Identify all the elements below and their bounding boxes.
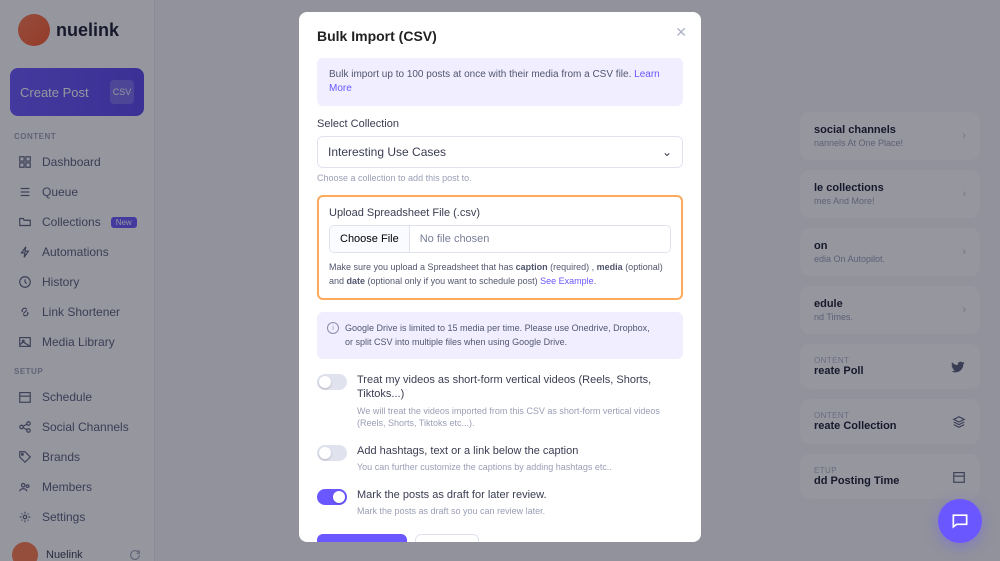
upload-label: Upload Spreadsheet File (.csv): [329, 207, 671, 219]
toggle-hashtags: Add hashtags, text or a link below the c…: [317, 444, 683, 474]
info-banner: Bulk import up to 100 posts at once with…: [317, 58, 683, 106]
toggle-title: Treat my videos as short-form vertical v…: [357, 373, 683, 402]
note-date: date: [347, 276, 366, 286]
cancel-button[interactable]: Cancel: [415, 534, 479, 542]
collection-select[interactable]: Interesting Use Cases ⌄: [317, 136, 683, 168]
note-text: (optional only if you want to schedule p…: [365, 276, 540, 286]
select-value: Interesting Use Cases: [328, 145, 446, 159]
upload-group: Upload Spreadsheet File (.csv) Choose Fi…: [317, 195, 683, 300]
modal-title: Bulk Import (CSV): [317, 28, 683, 44]
note-media: media: [597, 262, 623, 272]
modal-actions: Import Posts Cancel: [317, 534, 683, 542]
note-text: Make sure you upload a Spreadsheet that …: [329, 262, 516, 272]
drive-limit-note: i Google Drive is limited to 15 media pe…: [317, 312, 683, 359]
close-icon: ✕: [675, 24, 687, 40]
select-collection-label: Select Collection: [317, 118, 683, 130]
toggle-hashtags-switch[interactable]: [317, 445, 347, 461]
toggle-title: Mark the posts as draft for later review…: [357, 488, 547, 502]
note-text: (required) ,: [548, 262, 597, 272]
file-input-row: Choose File No file chosen: [329, 225, 671, 253]
toggle-shortform: Treat my videos as short-form vertical v…: [317, 373, 683, 430]
toggle-title: Add hashtags, text or a link below the c…: [357, 444, 612, 458]
toggle-sub: You can further customize the captions b…: [357, 461, 612, 474]
toggle-sub: Mark the posts as draft so you can revie…: [357, 505, 547, 518]
drive-note-text: Google Drive is limited to 15 media per …: [345, 323, 650, 347]
chevron-down-icon: ⌄: [662, 145, 672, 159]
banner-text: Bulk import up to 100 posts at once with…: [329, 69, 634, 80]
modal-overlay: Bulk Import (CSV) ✕ Bulk import up to 10…: [0, 0, 1000, 561]
file-chosen-text: No file chosen: [410, 226, 670, 252]
note-caption: caption: [516, 262, 548, 272]
select-hint: Choose a collection to add this post to.: [317, 173, 683, 183]
upload-note: Make sure you upload a Spreadsheet that …: [329, 261, 671, 288]
toggle-shortform-switch[interactable]: [317, 374, 347, 390]
bulk-import-modal: Bulk Import (CSV) ✕ Bulk import up to 10…: [299, 12, 701, 542]
note-text: .: [594, 276, 597, 286]
chat-widget-button[interactable]: [938, 499, 982, 543]
toggle-sub: We will treat the videos imported from t…: [357, 405, 683, 430]
see-example-link[interactable]: See Example: [540, 276, 594, 286]
chat-icon: [950, 511, 970, 531]
toggle-draft-switch[interactable]: [317, 489, 347, 505]
toggle-draft: Mark the posts as draft for later review…: [317, 488, 683, 518]
choose-file-button[interactable]: Choose File: [330, 226, 410, 252]
import-posts-button[interactable]: Import Posts: [317, 534, 407, 542]
close-button[interactable]: ✕: [675, 24, 687, 41]
info-icon: i: [327, 322, 339, 334]
